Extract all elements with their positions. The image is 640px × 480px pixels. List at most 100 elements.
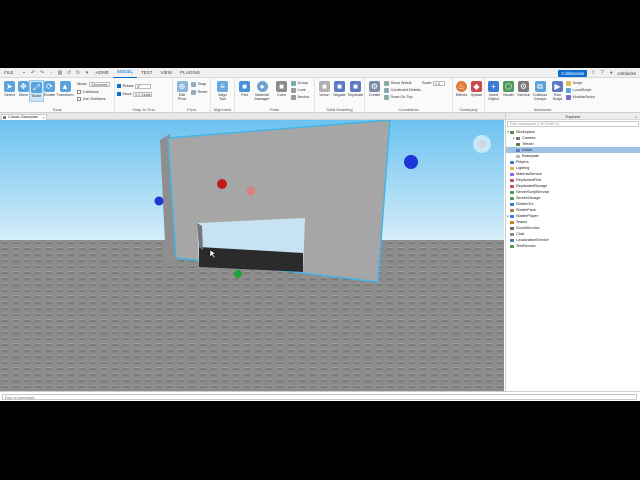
tab-test[interactable]: TEST: [137, 68, 157, 78]
collisions-checkbox[interactable]: [77, 90, 81, 94]
transform-tool-button[interactable]: ▲ Transform: [56, 80, 74, 102]
separate-label: Separate: [347, 93, 364, 97]
scale-input[interactable]: 1.0: [433, 80, 445, 86]
align-tool-button[interactable]: ≡ Align Tool: [215, 80, 230, 102]
anchor-button[interactable]: Anchor: [291, 94, 310, 100]
collisions-row: Collisions: [77, 89, 99, 95]
edit-pivot-button[interactable]: ⊕ Edit Pivot: [175, 80, 189, 102]
redo-icon[interactable]: ↷: [39, 70, 45, 76]
rotate-snap-label: Rotate: [122, 84, 134, 88]
separate-button[interactable]: ■ Separate: [347, 80, 364, 102]
material-sphere-icon: ●: [256, 81, 268, 92]
modulescript-icon: [566, 94, 571, 100]
pivot-snap-icon: [191, 81, 196, 87]
explorer-panel: Explorer × Filter workspace (Ctrl+Shift+…: [505, 113, 640, 391]
view-selector[interactable]: [473, 135, 491, 153]
menu-bar: FILE ▪ ↶ ↷ ▫ ▤ ↺ ↻ ▾ HOME MODEL TEST VIE…: [0, 68, 640, 78]
move-snap-input[interactable]: 0.2 Studs: [133, 91, 153, 97]
explorer-item-icon: [510, 232, 514, 236]
explorer-item-icon: [516, 154, 520, 158]
collision-groups-button[interactable]: ⧉ Collision Groups: [531, 80, 549, 102]
lock-button[interactable]: Lock: [291, 87, 306, 93]
share-icon[interactable]: ⇪: [590, 70, 596, 76]
document-tab-label: Classic Baseplate: [8, 115, 39, 119]
mode-dropdown[interactable]: Geometric: [89, 81, 110, 87]
explorer-search-input[interactable]: Filter workspace (Ctrl+Shift+X): [507, 121, 639, 127]
spawn-button[interactable]: ◆ Spawn: [469, 80, 484, 102]
union-icon: ■: [319, 81, 330, 92]
draw-on-top-row[interactable]: Draw On Top: [384, 94, 413, 100]
modulescript-row[interactable]: ModuleScript: [566, 94, 595, 100]
script-row[interactable]: Script: [566, 80, 582, 86]
user-icon: ●: [609, 70, 613, 76]
model-button[interactable]: ⬡ Model: [501, 80, 516, 102]
document-tab-bar: Classic Baseplate ×: [0, 113, 505, 120]
tab-home[interactable]: HOME: [92, 68, 114, 78]
effects-button[interactable]: ♨ Effects: [454, 80, 469, 102]
insert-object-icon: +: [488, 81, 499, 92]
tab-plugins[interactable]: PLUGINS: [176, 68, 204, 78]
run-script-button[interactable]: ▶ Run Script: [550, 80, 565, 102]
explorer-item[interactable]: TestService: [506, 243, 640, 249]
group-constraints: ⚙ Create Show Welds Constraint Details D…: [365, 78, 453, 113]
rotate-tool-button[interactable]: ⟳ Rotate: [42, 80, 57, 102]
show-welds-icon: [384, 80, 389, 86]
new-icon[interactable]: ▫: [48, 70, 54, 76]
tab-view[interactable]: VIEW: [157, 68, 177, 78]
green-sphere[interactable]: [234, 270, 242, 278]
align-tool-label: Align Tool: [218, 93, 227, 101]
localscript-row[interactable]: LocalScript: [566, 87, 591, 93]
pivot-reset-row[interactable]: Reset: [191, 89, 207, 95]
explorer-item-icon: [510, 190, 514, 194]
color-button[interactable]: ■ Color: [274, 80, 289, 102]
explorer-item-icon: [510, 208, 514, 212]
constraint-details-icon: [384, 87, 389, 93]
3d-viewport[interactable]: [0, 120, 504, 391]
group-button[interactable]: Group: [291, 80, 308, 86]
collaborate-button[interactable]: Collaborate: [558, 69, 588, 77]
rotate-snap-input[interactable]: 5°: [135, 83, 152, 89]
insert-object-button[interactable]: + Insert Object: [486, 80, 501, 102]
paste-icon[interactable]: ▤: [57, 70, 63, 76]
union-button[interactable]: ■ Union: [317, 80, 332, 102]
save-icon[interactable]: ▪: [21, 70, 27, 76]
join-surfaces-label: Join Surfaces: [82, 97, 106, 101]
undo-arrow-icon[interactable]: ↺: [66, 70, 72, 76]
negate-button[interactable]: ■ Negate: [332, 80, 347, 102]
pivot-snap-row[interactable]: Snap: [191, 81, 206, 87]
model-icon: ⬡: [503, 81, 514, 92]
select-tool-button[interactable]: ➤ Select: [2, 80, 17, 102]
material-manager-button[interactable]: ● Material Manager: [253, 80, 271, 102]
viewport-scene[interactable]: [0, 120, 504, 391]
help-icon[interactable]: ?: [599, 70, 605, 76]
close-explorer-icon[interactable]: ×: [635, 113, 637, 120]
username[interactable]: cmblocks: [617, 71, 636, 76]
part-label: Part: [241, 93, 248, 97]
rotate-snap-checkbox[interactable]: [117, 84, 121, 88]
move-arrows-icon: ✥: [18, 81, 29, 92]
dropdown-icon[interactable]: ▾: [84, 70, 90, 76]
explorer-item-icon: [516, 136, 520, 140]
redo-arrow-icon[interactable]: ↻: [75, 70, 81, 76]
show-welds-row[interactable]: Show Welds: [384, 80, 412, 86]
edit-pivot-label: Edit Pivot: [177, 93, 187, 101]
blue-sphere-right[interactable]: [404, 155, 418, 169]
part-button[interactable]: ■ Part: [237, 80, 252, 102]
red-sphere[interactable]: [217, 179, 227, 189]
blue-sphere-left[interactable]: [154, 196, 164, 206]
anchor-label: Anchor: [297, 95, 310, 99]
create-constraint-button[interactable]: ⚙ Create: [367, 80, 382, 102]
mode-label: Mode:: [77, 82, 88, 86]
join-surfaces-checkbox[interactable]: [77, 97, 81, 101]
pink-sphere[interactable]: [246, 186, 256, 196]
tab-model[interactable]: MODEL: [113, 68, 138, 78]
command-input[interactable]: [2, 394, 637, 400]
move-snap-checkbox[interactable]: [117, 92, 121, 96]
service-button[interactable]: ⚙ Service: [516, 80, 531, 102]
constraint-details-row[interactable]: Constraint Details: [384, 87, 420, 93]
color-swatch-icon: ■: [276, 81, 287, 92]
group-gameplay: ♨ Effects ◆ Spawn Gameplay: [453, 78, 485, 113]
explorer-item-icon: [510, 196, 514, 200]
file-menu[interactable]: FILE: [0, 68, 18, 78]
undo-icon[interactable]: ↶: [30, 70, 36, 76]
